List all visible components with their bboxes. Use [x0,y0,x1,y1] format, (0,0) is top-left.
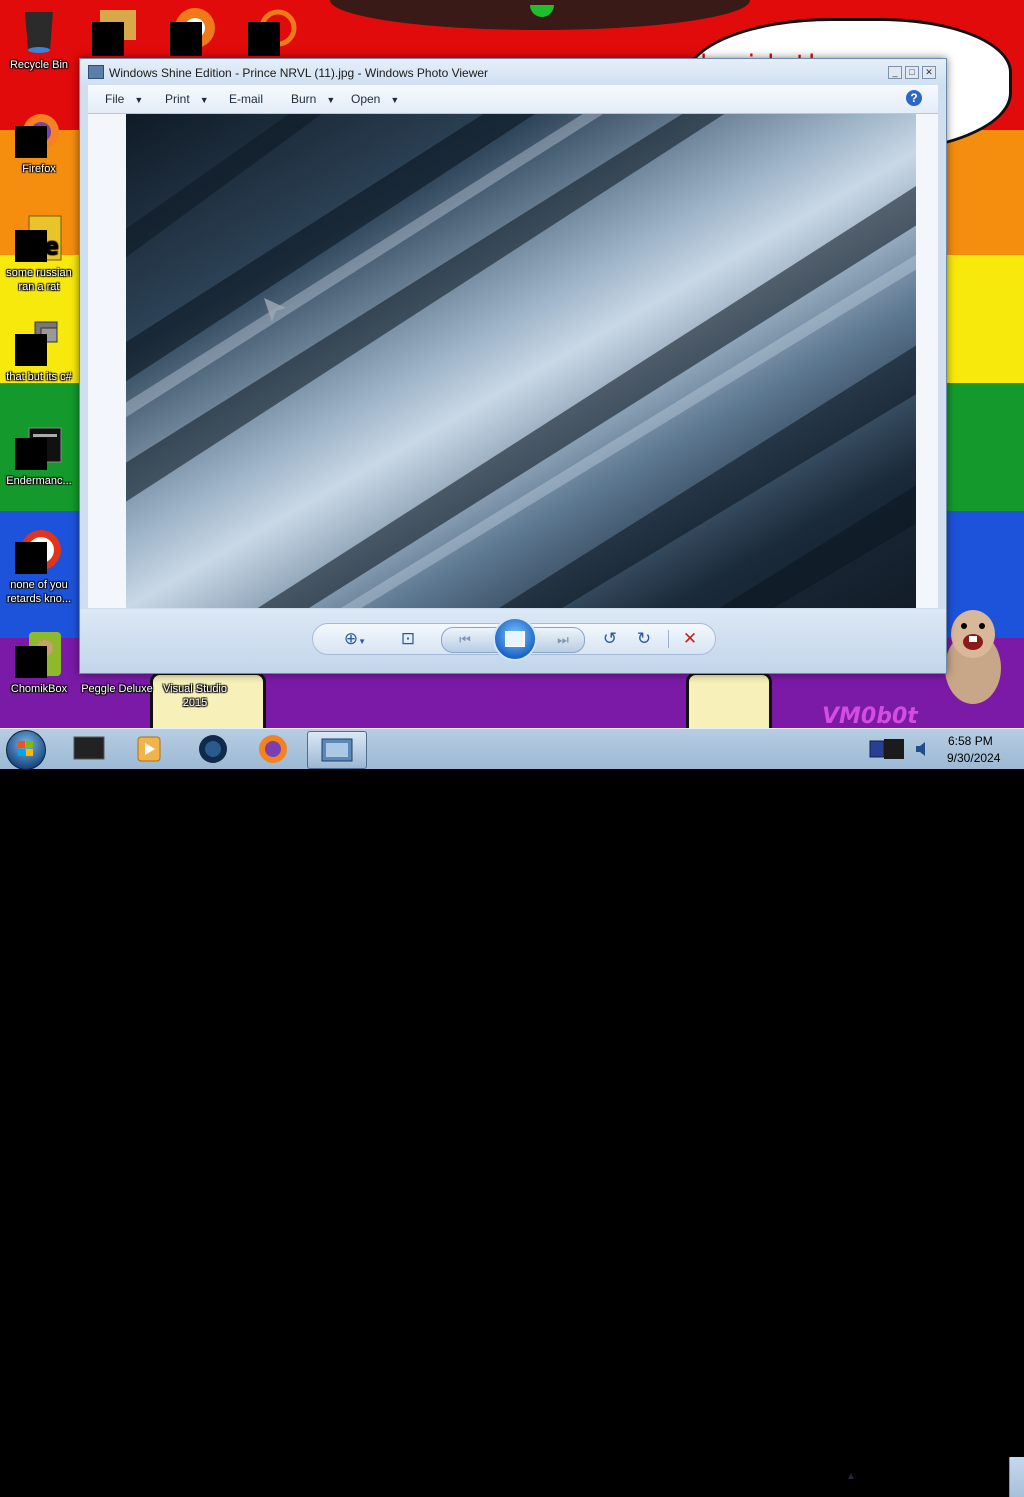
show-desktop-button[interactable] [1009,1457,1024,1497]
desktop-icon-none-of-you[interactable]: none of you retards kno... [0,526,78,606]
desktop-icon-some-russian-ran-a-rat[interactable]: e some russian ran a rat [0,214,78,294]
desktop-icon-recycle-bin[interactable]: Recycle Bin [0,6,78,72]
desktop-icon-label: Visual Studio 2015 [162,683,227,709]
actual-size-icon[interactable]: ⊡ [393,624,423,654]
taskbar-app-firefox[interactable] [244,731,302,767]
desktop-icon-endermanch[interactable]: Endermanc... [0,422,78,488]
clock-date[interactable]: 9/30/2024 [947,751,1000,765]
photo-viewer-window: Windows Shine Edition - Prince NRVL (11)… [79,58,947,674]
network-icon[interactable] [866,735,906,763]
photo-viewer-app-icon [88,65,104,79]
start-button[interactable] [6,730,46,770]
redacted-block [92,22,124,56]
menu-burn[interactable]: Burn ▼ [291,92,335,106]
media-player-icon [137,736,161,762]
desktop-icon-label: Recycle Bin [9,59,69,71]
tray-overflow-icon[interactable]: ▲ [846,1471,856,1482]
app-icon [15,526,63,574]
chevron-down-icon: ▼ [134,95,144,105]
desktop-icon-top-2[interactable] [170,6,220,56]
window-stack-icon [15,318,63,366]
menu-print-label: Print [165,92,190,106]
windows-logo-icon [18,741,33,756]
rotate-counterclockwise-icon[interactable]: ↺ [595,624,625,654]
title-bar[interactable]: Windows Shine Edition - Prince NRVL (11)… [80,59,946,85]
slideshow-icon [505,631,525,647]
chevron-down-icon: ▼ [326,95,336,105]
redacted-block [15,334,47,366]
desktop-icon-label: Firefox [22,163,56,175]
taskbar-app-terminal[interactable] [60,731,118,767]
maximize-button[interactable]: □ [905,66,919,79]
previous-icon[interactable]: ⏮ [450,625,480,655]
window-title: Windows Shine Edition - Prince NRVL (11)… [109,66,489,80]
redacted-block [15,542,47,574]
desktop-icon-label: that but its c# [6,371,72,383]
zoom-icon[interactable]: ⊕▼ [335,624,375,654]
watermark-text: VM0b0t [822,704,918,728]
minimize-button[interactable]: _ [888,66,902,79]
close-button[interactable]: ✕ [922,66,936,79]
firefox-icon [15,110,63,158]
mouse-cursor-icon [264,298,286,322]
file-icon: e [15,214,63,262]
menu-email-label: E-mail [229,92,264,106]
desktop-icon-top-3[interactable] [248,6,298,56]
redacted-block [15,438,47,470]
taskbar: ▲ [0,728,1024,1497]
desktop-icon-label: some russian ran a rat [6,267,72,293]
desktop-icon-label: Endermanc... [6,475,72,487]
hamster-icon [945,610,1001,704]
redacted-block [15,126,47,158]
chevron-down-icon: ▼ [199,95,209,105]
redacted-block [15,230,47,262]
photo-viewer-icon [321,738,353,762]
separator [668,630,669,648]
svg-text:e: e [45,235,59,260]
globe-icon [199,735,227,763]
redacted-block [248,22,280,56]
desktop-icon-label: ChomikBox [10,683,68,695]
taskbar-app-photo-viewer[interactable] [307,731,367,769]
clock-time[interactable]: 6:58 PM [948,734,993,748]
chevron-down-icon: ▼ [390,95,400,105]
delete-icon[interactable]: ✕ [675,624,705,654]
terminal-icon [73,736,105,760]
help-icon[interactable]: ? [906,90,922,106]
desktop-icon-that-but-its-csharp[interactable]: that but its c# [0,318,78,384]
wallpaper-shape [686,672,772,728]
desktop-icon-chomikbox[interactable]: ChomikBox [0,630,78,696]
redacted-block [170,22,202,56]
command-bar: File ▼ Print ▼ E-mail Burn ▼ Open ▼ [88,85,938,114]
menu-file-label: File [105,92,125,106]
terminal-icon [15,422,63,470]
taskbar-app-media-player[interactable] [120,731,178,767]
menu-open[interactable]: Open ▼ [351,92,399,106]
taskbar-app-globe[interactable] [184,731,242,767]
rotate-clockwise-icon[interactable]: ↻ [629,624,659,654]
desktop-icon-firefox[interactable]: Firefox [0,110,78,176]
control-bar: ⊕▼ ⊡ ⏮ ⏭ ↺ ↻ ✕ [312,617,716,661]
menu-file[interactable]: File ▼ [105,92,143,106]
playback-controls: ⊕▼ ⊡ ⏮ ⏭ ↺ ↻ ✕ [80,609,946,673]
menu-print[interactable]: Print ▼ [165,92,209,106]
chomikbox-icon [15,630,63,678]
menu-email[interactable]: E-mail [229,92,263,106]
displayed-photo [126,114,916,608]
redacted-block [15,646,47,678]
slideshow-button[interactable] [493,617,537,661]
menu-open-label: Open [351,92,381,106]
desktop-icon-top-1[interactable] [92,6,142,56]
firefox-icon [259,735,287,763]
desktop-icon-label: Peggle Deluxe [81,683,153,695]
image-area [88,114,938,608]
volume-icon[interactable] [914,739,932,759]
desktop-icon-label: none of you retards kno... [6,579,72,605]
next-icon[interactable]: ⏭ [548,625,578,655]
photo-streaks [126,114,916,608]
recycle-bin-icon [15,6,63,54]
menu-burn-label: Burn [291,92,317,106]
